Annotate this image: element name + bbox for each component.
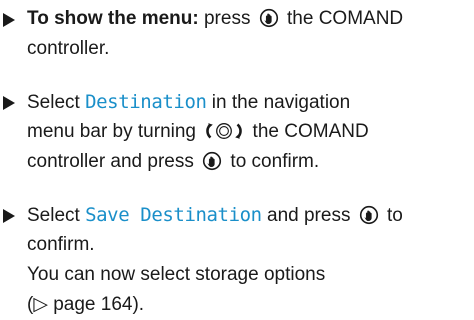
step-1-text: press: [198, 8, 251, 29]
step-2-line-1: Select Destination in the navigation: [0, 87, 474, 117]
step-3-text-end: to: [381, 205, 403, 226]
step-1-line-1: To show the menu: press the COMAND: [0, 4, 474, 34]
step-3-text-cont: confirm.: [27, 234, 95, 255]
step-3-note: You can now select storage options: [27, 264, 326, 285]
step-1-bold-lead: To show the menu:: [27, 8, 199, 29]
bullet-arrow-icon: [3, 13, 15, 27]
step-3-line-4: (▷ page 164).: [0, 290, 474, 320]
save-destination-menu-label: Save Destination: [85, 204, 262, 226]
step-1-text-cont: controller.: [27, 38, 110, 59]
instruction-step-1: To show the menu: press the COMAND contr…: [0, 4, 474, 64]
step-3-line-3: You can now select storage options: [0, 260, 474, 290]
step-3-text: Select: [27, 205, 86, 226]
press-controller-icon: [202, 151, 222, 181]
step-2-text-end: in the navigation: [206, 92, 351, 113]
bullet-arrow-icon: [3, 96, 15, 110]
step-2-text-cont-end: the COMAND: [247, 121, 369, 142]
instruction-step-3: Select Save Destination and press to con…: [0, 200, 474, 320]
step-2-text-final-end: to confirm.: [225, 151, 320, 172]
step-2-text-final: controller and press: [27, 151, 194, 172]
step-2-text-cont: menu bar by turning: [27, 121, 196, 142]
step-1-line-2: controller.: [0, 34, 474, 64]
step-3-line-1: Select Save Destination and press to: [0, 200, 474, 230]
step-2-text: Select: [27, 92, 86, 113]
bullet-arrow-icon: [3, 209, 15, 223]
step-1-text-end: the COMAND: [281, 8, 404, 29]
step-2-line-2: menu bar by turning the COMAND: [0, 117, 474, 147]
step-2-line-3: controller and press to confirm.: [0, 147, 474, 177]
step-3-line-2: confirm.: [0, 230, 474, 260]
instruction-step-2: Select Destination in the navigation men…: [0, 87, 474, 177]
destination-menu-label: Destination: [85, 91, 207, 113]
step-3-text-mid: and press: [261, 205, 351, 226]
page-reference: (▷ page 164).: [27, 294, 145, 315]
